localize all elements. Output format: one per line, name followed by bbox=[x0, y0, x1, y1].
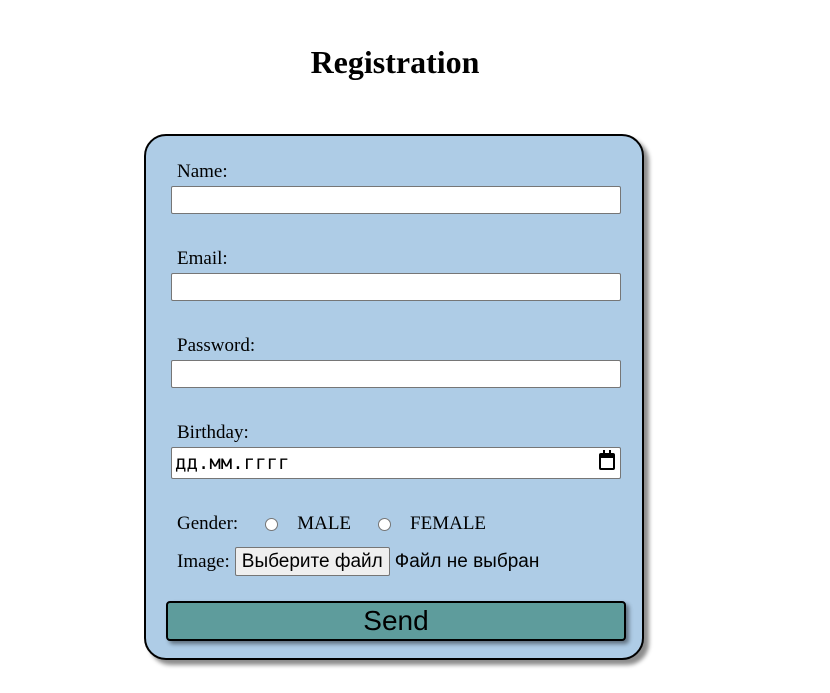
birthday-placeholder: дд.мм.гггг bbox=[175, 452, 290, 474]
gender-female-radio[interactable] bbox=[378, 517, 392, 531]
name-label: Name: bbox=[177, 161, 228, 182]
file-status-text: Файл не выбран bbox=[394, 550, 540, 572]
registration-form: Name: Email: Password: Birthday: дд.мм.г… bbox=[144, 134, 644, 660]
gender-group: Gender: MALE FEMALE bbox=[177, 513, 486, 535]
send-button[interactable]: Send bbox=[166, 601, 626, 641]
name-input[interactable] bbox=[171, 186, 621, 214]
gender-label: Gender: bbox=[177, 513, 239, 534]
password-label: Password: bbox=[177, 335, 256, 356]
password-input[interactable] bbox=[171, 360, 621, 388]
image-label: Image: bbox=[177, 550, 230, 572]
page-title: Registration bbox=[310, 44, 480, 80]
choose-file-button[interactable]: Выберите файл bbox=[234, 547, 390, 576]
birthday-label: Birthday: bbox=[177, 422, 249, 443]
email-input[interactable] bbox=[171, 273, 621, 301]
gender-male-label[interactable]: MALE bbox=[297, 513, 351, 535]
email-label: Email: bbox=[177, 248, 228, 269]
gender-female-label[interactable]: FEMALE bbox=[410, 513, 486, 535]
calendar-icon[interactable] bbox=[599, 450, 615, 470]
image-upload-row: Image: Выберите файл Файл не выбран bbox=[177, 547, 539, 576]
birthday-input[interactable]: дд.мм.гггг bbox=[171, 447, 621, 479]
gender-male-radio[interactable] bbox=[265, 517, 279, 531]
